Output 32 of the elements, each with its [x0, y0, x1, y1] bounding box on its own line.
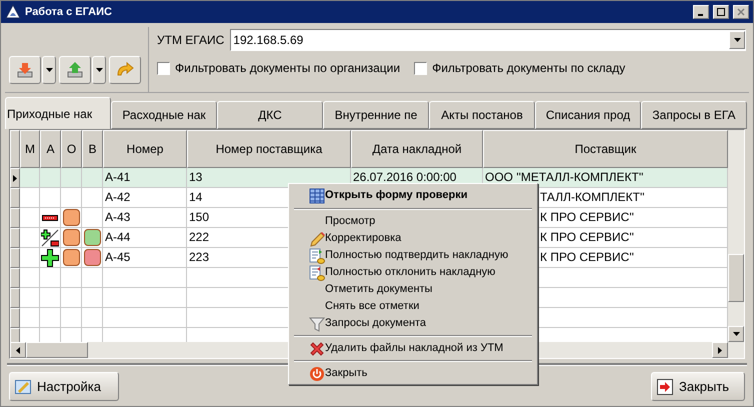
utm-combo[interactable]: 192.168.5.69 [230, 29, 746, 51]
table-cell-text: К ПРО СЕРВИС'' [540, 249, 635, 266]
menu-item[interactable]: Запросы документа [291, 315, 535, 332]
tab[interactable]: Внутренние пе [323, 101, 429, 129]
tab[interactable]: Расходные нак [111, 101, 217, 129]
column-header[interactable]: О [61, 130, 82, 168]
settings-button[interactable]: Настройка [9, 372, 119, 401]
close-button[interactable]: Закрыть [651, 372, 745, 401]
window-title: Работа с ЕГАИС [25, 4, 113, 20]
table-row[interactable]: А-41 13 26.07.2016 0:00:00 ООО ''МЕТАЛЛ-КОМПЛЕКТ'' [10, 168, 728, 188]
column-header[interactable]: В [82, 130, 103, 168]
tab[interactable]: Списания прод [535, 101, 641, 129]
utm-label: УТМ ЕГАИС [157, 32, 224, 49]
column-header[interactable]: Поставщик [483, 130, 728, 168]
menu-item[interactable]: Отметить документы [291, 281, 535, 298]
checkbox-label: Фильтровать документы по складу [432, 60, 626, 77]
column-header[interactable]: М [20, 130, 40, 168]
menu-item[interactable]: Удалить файлы накладной из УТМ [291, 340, 535, 357]
menu-item[interactable]: Закрыть [291, 365, 535, 382]
column-header[interactable]: Номер [103, 130, 187, 168]
tab[interactable]: Запросы в ЕГА [641, 101, 747, 129]
menu-item[interactable]: Снять все отметки [291, 298, 535, 315]
table-cell-text: К ПРО СЕРВИС'' [540, 209, 635, 226]
column-header[interactable]: Номер поставщика [187, 130, 351, 168]
tab[interactable]: Акты постанов [429, 101, 535, 129]
tab[interactable]: Приходные нак [5, 97, 111, 129]
column-header[interactable]: Дата накладной [351, 130, 483, 168]
tab[interactable]: ДКС [217, 101, 323, 129]
table-cell-text: ТАЛЛ-КОМПЛЕКТ'' [540, 189, 646, 206]
table-cell-text: К ПРО СЕРВИС'' [540, 229, 635, 246]
column-header[interactable]: А [40, 130, 61, 168]
checkbox-label: Фильтровать документы по организации [175, 60, 400, 77]
